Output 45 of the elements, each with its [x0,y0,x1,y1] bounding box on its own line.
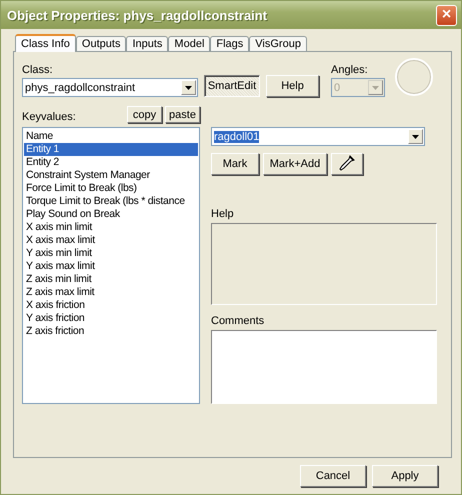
dropdown-arrow-icon [372,86,379,90]
list-item[interactable]: Z axis max limit [24,286,198,299]
value-dropdown[interactable]: ragdoll01 [211,127,425,146]
comments-field[interactable] [211,330,437,404]
eyedropper-icon [339,154,355,170]
list-item[interactable]: Torque Limit to Break (lbs * distance [24,195,198,208]
list-item[interactable]: Y axis max limit [24,260,198,273]
list-item[interactable]: Constraint System Manager [24,169,198,182]
list-item[interactable]: X axis friction [24,299,198,312]
list-item[interactable]: Z axis friction [24,325,198,338]
dropdown-arrow-icon [412,134,419,138]
angle-dial[interactable] [395,58,433,96]
class-label: Class: [22,64,54,76]
comments-label: Comments [211,315,266,327]
list-item[interactable]: Y axis min limit [24,247,198,260]
list-item[interactable]: Z axis min limit [24,273,198,286]
keyvalues-label: Keyvalues: [22,111,76,123]
tab[interactable]: Class Info [15,34,76,52]
clipboard-button[interactable]: paste [165,106,200,123]
tab[interactable]: Inputs [126,36,168,51]
smartedit-button[interactable]: SmartEdit [204,75,260,97]
list-item[interactable]: Name [24,130,198,143]
angles-label: Angles: [331,64,369,76]
help-button[interactable]: Help [266,75,319,97]
list-item[interactable]: Force Limit to Break (lbs) [24,182,198,195]
list-item[interactable]: Play Sound on Break [24,208,198,221]
dialog-button[interactable]: Apply [372,465,438,487]
eyedropper-button[interactable] [331,153,363,175]
list-item[interactable]: X axis min limit [24,221,198,234]
tab[interactable]: VisGroup [249,36,307,51]
list-item[interactable]: X axis max limit [24,234,198,247]
tab[interactable]: Outputs [76,36,126,51]
tab[interactable]: Flags [210,36,250,51]
window-title: Object Properties: phys_ragdollconstraint [7,8,268,22]
mark-button[interactable]: Mark+Add [263,153,327,175]
class-dropdown[interactable]: phys_ragdollconstraint [22,78,198,97]
list-item[interactable]: Entity 2 [24,156,198,169]
dialog-button[interactable]: Cancel [300,465,366,487]
clipboard-button[interactable]: copy [127,106,162,123]
tab[interactable]: Model [168,36,210,51]
help-label: Help [211,208,235,220]
list-item[interactable]: Entity 1 [24,143,198,156]
mark-button[interactable]: Mark [211,153,259,175]
dropdown-arrow-icon [185,86,192,90]
list-item[interactable]: Y axis friction [24,312,198,325]
